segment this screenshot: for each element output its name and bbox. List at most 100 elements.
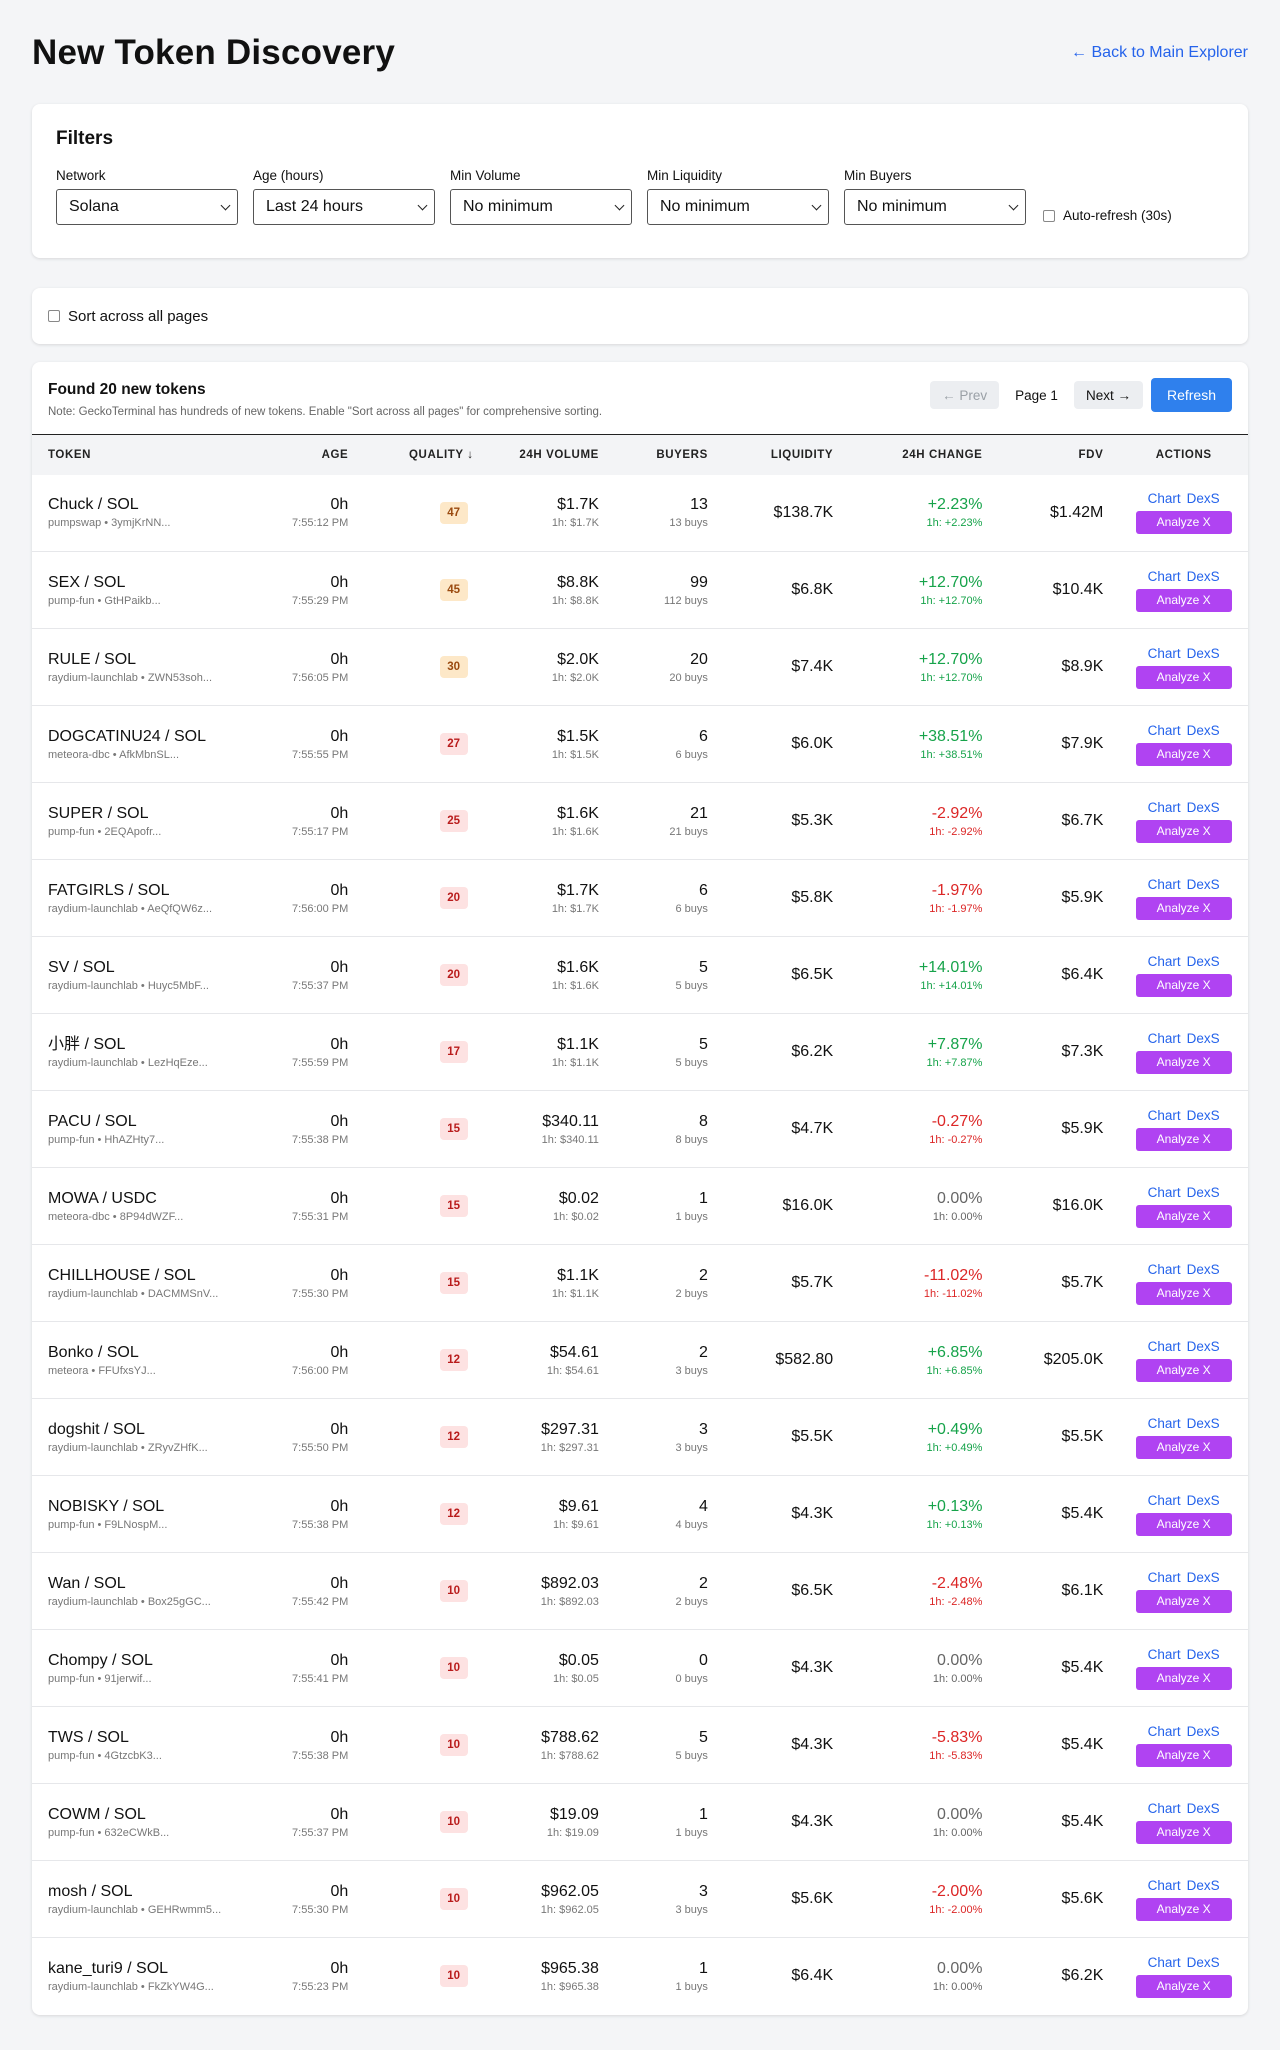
dexscreener-link[interactable]: DexS [1187, 1262, 1220, 1277]
column-token[interactable]: TOKEN [32, 434, 256, 475]
chart-link[interactable]: Chart [1148, 491, 1181, 506]
analyze-x-button[interactable]: Analyze X [1135, 742, 1232, 766]
dexscreener-link[interactable]: DexS [1187, 954, 1220, 969]
dexscreener-link[interactable]: DexS [1187, 723, 1220, 738]
refresh-button[interactable]: Refresh [1150, 378, 1232, 412]
chart-link[interactable]: Chart [1148, 1570, 1181, 1585]
token-pair[interactable]: SEX / SOL [48, 573, 239, 593]
token-pair[interactable]: FATGIRLS / SOL [48, 881, 239, 901]
token-pair[interactable]: kane_turi9 / SOL [48, 1959, 239, 1979]
analyze-x-button[interactable]: Analyze X [1135, 1050, 1232, 1074]
analyze-x-button[interactable]: Analyze X [1135, 1820, 1232, 1844]
chart-link[interactable]: Chart [1148, 723, 1181, 738]
auto-refresh-checkbox[interactable] [1043, 209, 1055, 222]
chart-link[interactable]: Chart [1148, 1108, 1181, 1123]
token-pair[interactable]: SUPER / SOL [48, 804, 239, 824]
auto-refresh-toggle[interactable]: Auto-refresh (30s) [1043, 208, 1172, 223]
analyze-x-button[interactable]: Analyze X [1135, 665, 1232, 689]
sort-across-pages-checkbox[interactable] [48, 310, 60, 322]
dexscreener-link[interactable]: DexS [1187, 800, 1220, 815]
dexscreener-link[interactable]: DexS [1187, 1339, 1220, 1354]
analyze-x-button[interactable]: Analyze X [1135, 1204, 1232, 1228]
analyze-x-button[interactable]: Analyze X [1135, 973, 1232, 997]
dexscreener-link[interactable]: DexS [1187, 1955, 1220, 1970]
token-pair[interactable]: COWM / SOL [48, 1805, 239, 1825]
analyze-x-button[interactable]: Analyze X [1135, 1974, 1232, 1998]
chart-link[interactable]: Chart [1148, 1031, 1181, 1046]
column-quality[interactable]: QUALITY ↓ [364, 434, 490, 475]
analyze-x-button[interactable]: Analyze X [1135, 1127, 1232, 1151]
token-pair[interactable]: MOWA / USDC [48, 1189, 239, 1209]
dexscreener-link[interactable]: DexS [1187, 1647, 1220, 1662]
token-pair[interactable]: CHILLHOUSE / SOL [48, 1266, 239, 1286]
column-buyers[interactable]: BUYERS [614, 434, 724, 475]
chart-link[interactable]: Chart [1148, 646, 1181, 661]
analyze-x-button[interactable]: Analyze X [1135, 819, 1232, 843]
analyze-x-button[interactable]: Analyze X [1135, 1666, 1232, 1690]
token-pair[interactable]: SV / SOL [48, 958, 239, 978]
analyze-x-button[interactable]: Analyze X [1135, 1435, 1232, 1459]
token-pair[interactable]: Bonko / SOL [48, 1343, 239, 1363]
chart-link[interactable]: Chart [1148, 877, 1181, 892]
age-select[interactable]: Last 24 hours [253, 189, 435, 225]
token-pair[interactable]: mosh / SOL [48, 1882, 239, 1902]
column-fdv[interactable]: FDV [998, 434, 1120, 475]
chart-link[interactable]: Chart [1148, 1878, 1181, 1893]
chart-link[interactable]: Chart [1148, 1416, 1181, 1431]
dexscreener-link[interactable]: DexS [1187, 569, 1220, 584]
chart-link[interactable]: Chart [1148, 1801, 1181, 1816]
back-to-explorer-link[interactable]: ← Back to Main Explorer [1071, 44, 1248, 62]
dexscreener-link[interactable]: DexS [1187, 1570, 1220, 1585]
column-volume[interactable]: 24H VOLUME [489, 434, 615, 475]
token-pair[interactable]: NOBISKY / SOL [48, 1497, 239, 1517]
chart-link[interactable]: Chart [1148, 954, 1181, 969]
analyze-x-button[interactable]: Analyze X [1135, 1897, 1232, 1921]
analyze-x-button[interactable]: Analyze X [1135, 1743, 1232, 1767]
dexscreener-link[interactable]: DexS [1187, 1416, 1220, 1431]
chart-link[interactable]: Chart [1148, 1493, 1181, 1508]
chart-link[interactable]: Chart [1148, 800, 1181, 815]
chart-link[interactable]: Chart [1148, 1955, 1181, 1970]
token-pair[interactable]: dogshit / SOL [48, 1420, 239, 1440]
dexscreener-link[interactable]: DexS [1187, 646, 1220, 661]
analyze-x-button[interactable]: Analyze X [1135, 1589, 1232, 1613]
min-liquidity-select[interactable]: No minimum [647, 189, 829, 225]
dexscreener-link[interactable]: DexS [1187, 1493, 1220, 1508]
chart-link[interactable]: Chart [1148, 1339, 1181, 1354]
dexscreener-link[interactable]: DexS [1187, 1724, 1220, 1739]
analyze-x-button[interactable]: Analyze X [1135, 588, 1232, 612]
token-pair[interactable]: 小胖 / SOL [48, 1035, 239, 1055]
token-pair[interactable]: RULE / SOL [48, 650, 239, 670]
dexscreener-link[interactable]: DexS [1187, 491, 1220, 506]
dexscreener-link[interactable]: DexS [1187, 1031, 1220, 1046]
column-change[interactable]: 24H CHANGE [849, 434, 999, 475]
next-page-button[interactable]: Next → [1073, 381, 1143, 409]
dexscreener-link[interactable]: DexS [1187, 1108, 1220, 1123]
min-buyers-select[interactable]: No minimum [844, 189, 1026, 225]
token-pair[interactable]: TWS / SOL [48, 1728, 239, 1748]
analyze-x-button[interactable]: Analyze X [1135, 1358, 1232, 1382]
dexscreener-link[interactable]: DexS [1187, 1185, 1220, 1200]
network-select[interactable]: Solana [56, 189, 238, 225]
chart-link[interactable]: Chart [1148, 1185, 1181, 1200]
chart-link[interactable]: Chart [1148, 1724, 1181, 1739]
chart-link[interactable]: Chart [1148, 1262, 1181, 1277]
analyze-x-button[interactable]: Analyze X [1135, 1281, 1232, 1305]
token-pair[interactable]: PACU / SOL [48, 1112, 239, 1132]
column-liquidity[interactable]: LIQUIDITY [723, 434, 850, 475]
token-pair[interactable]: Chuck / SOL [48, 495, 239, 515]
prev-page-button[interactable]: ← Prev [930, 381, 1000, 409]
min-volume-select[interactable]: No minimum [450, 189, 632, 225]
token-pair[interactable]: Chompy / SOL [48, 1651, 239, 1671]
dexscreener-link[interactable]: DexS [1187, 1801, 1220, 1816]
chart-link[interactable]: Chart [1148, 569, 1181, 584]
dexscreener-link[interactable]: DexS [1187, 877, 1220, 892]
analyze-x-button[interactable]: Analyze X [1135, 1512, 1232, 1536]
column-age[interactable]: AGE [255, 434, 365, 475]
analyze-x-button[interactable]: Analyze X [1135, 896, 1232, 920]
chart-link[interactable]: Chart [1148, 1647, 1181, 1662]
token-pair[interactable]: Wan / SOL [48, 1574, 239, 1594]
token-pair[interactable]: DOGCATINU24 / SOL [48, 727, 239, 747]
analyze-x-button[interactable]: Analyze X [1135, 511, 1232, 535]
dexscreener-link[interactable]: DexS [1187, 1878, 1220, 1893]
